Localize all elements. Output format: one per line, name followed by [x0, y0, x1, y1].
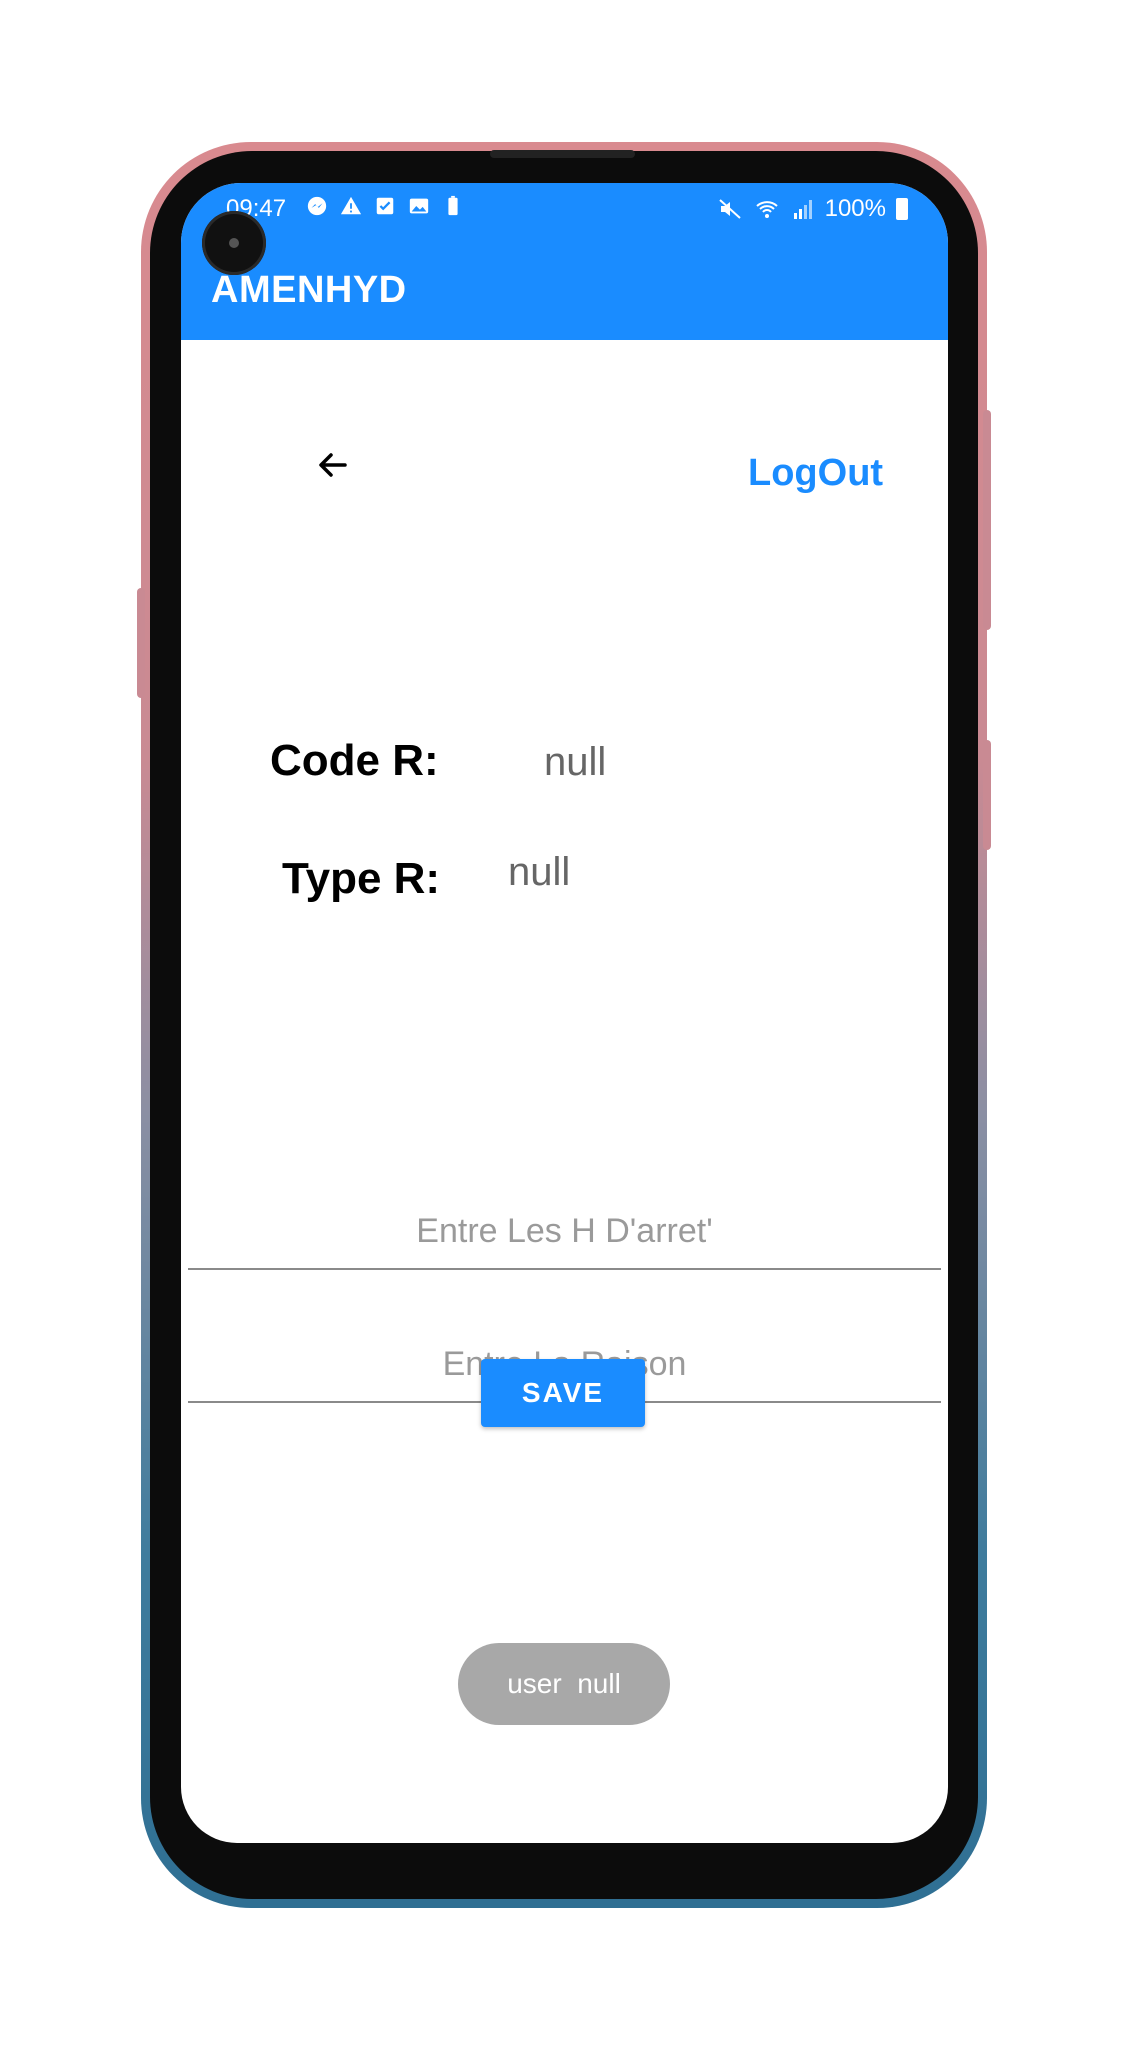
screen: 09:47 100% AMENHYD LogOut Code R: null T…	[181, 183, 948, 1843]
arrow-left-icon[interactable]	[309, 441, 357, 489]
logout-button[interactable]: LogOut	[748, 452, 883, 495]
battery-icon	[896, 198, 908, 220]
phone-speaker	[490, 150, 635, 158]
toast-message: user null	[458, 1643, 670, 1725]
warning-icon	[340, 196, 362, 215]
type-label: Type R:	[282, 854, 441, 903]
phone-side-button	[983, 740, 991, 850]
app-title: AMENHYD	[211, 269, 407, 311]
type-value: null	[508, 850, 571, 894]
messenger-icon	[307, 196, 327, 216]
stop-hours-input[interactable]	[188, 1194, 941, 1270]
status-icons-left	[306, 195, 464, 217]
battery-percent: 100%	[824, 195, 886, 222]
checkbox-icon	[376, 197, 394, 215]
phone-side-button	[983, 410, 991, 630]
battery-saver-icon	[448, 195, 458, 216]
phone-side-button	[137, 588, 145, 698]
image-icon	[409, 198, 429, 214]
front-camera	[202, 211, 266, 275]
status-icons-right: 100%	[717, 195, 908, 223]
save-button[interactable]: SAVE	[481, 1359, 645, 1427]
signal-icon	[793, 200, 812, 219]
wifi-icon	[755, 201, 778, 218]
app-bar: 09:47 100% AMENHYD	[181, 183, 948, 340]
code-value: null	[544, 740, 607, 784]
mute-icon	[718, 199, 741, 219]
code-label: Code R:	[270, 736, 439, 785]
